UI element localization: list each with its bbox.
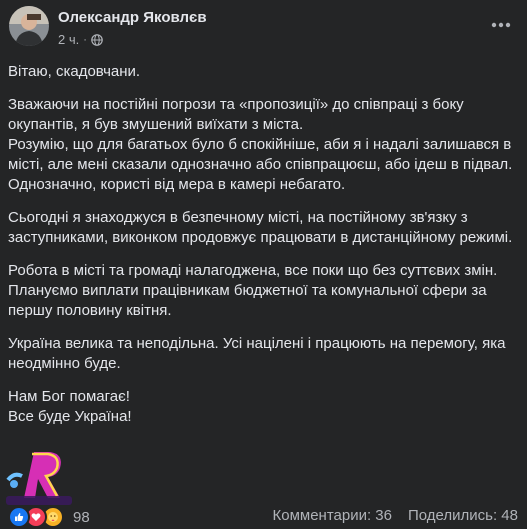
post-text: Вітаю, скадовчани. Зважаючи на постійні … [8,62,513,440]
comments-count-link[interactable]: Комментарии: 36 [273,507,393,524]
post-paragraph: Робота в місті та громаді налагоджена, в… [8,262,498,319]
post-paragraph: Нам Бог помагає! Все буде Україна! [8,388,132,425]
post-stats: Комментарии: 36 Поделились: 48 [273,507,519,524]
author-name[interactable]: Олександр Яковлєв [58,9,207,26]
post-meta: 2 ч. · [58,32,103,47]
meta-separator: · [83,33,87,46]
author-avatar[interactable] [9,6,49,46]
reaction-count[interactable]: 98 [73,509,90,526]
more-options-button[interactable] [489,12,513,36]
watermark-logo [4,446,74,508]
post-footer: 98 Комментарии: 36 Поделились: 48 [0,506,527,529]
post-paragraph: Сьогодні я знаходжуся в безпечному місті… [8,209,513,246]
shares-count-link[interactable]: Поделились: 48 [408,507,518,524]
post-paragraph: Україна велика та неподільна. Усі націле… [8,335,510,372]
reactions-summary[interactable]: 98 [8,506,90,528]
globe-icon [91,33,103,46]
more-horizontal-icon [491,15,511,33]
post-paragraph: Вітаю, скадовчани. [8,63,141,80]
post-time[interactable]: 2 ч. [58,32,79,47]
facebook-post: Олександр Яковлєв 2 ч. · Вітаю, скадовча… [0,0,527,529]
like-icon [8,506,30,528]
post-paragraph: Зважаючи на постійні погрози та «пропози… [8,96,513,193]
